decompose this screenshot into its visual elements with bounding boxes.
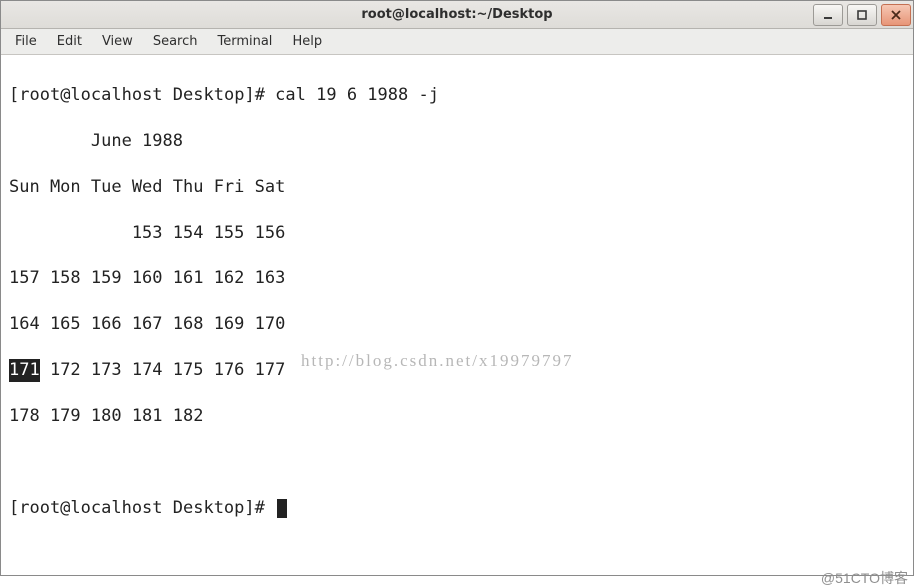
- cal-row-3: 164 165 166 167 168 169 170: [9, 313, 905, 336]
- maximize-icon: [857, 10, 867, 20]
- menu-file[interactable]: File: [5, 31, 47, 52]
- menu-terminal[interactable]: Terminal: [207, 31, 282, 52]
- blank-line: [9, 451, 905, 474]
- menu-view[interactable]: View: [92, 31, 143, 52]
- prompt-line-2: [root@localhost Desktop]#: [9, 497, 905, 520]
- terminal-cursor: [277, 499, 287, 518]
- prompt-2-text: [root@localhost Desktop]#: [9, 498, 275, 518]
- cal-highlighted-day: 171: [9, 359, 40, 382]
- prompt-cwd: Desktop: [173, 85, 245, 105]
- titlebar[interactable]: root@localhost:~/Desktop: [1, 1, 913, 29]
- window-title: root@localhost:~/Desktop: [1, 7, 913, 22]
- close-button[interactable]: [881, 4, 911, 26]
- cal-row-5: 178 179 180 181 182: [9, 405, 905, 428]
- menu-help[interactable]: Help: [282, 31, 332, 52]
- terminal-output[interactable]: [root@localhost Desktop]# cal 19 6 1988 …: [1, 55, 913, 575]
- prompt-line-1: [root@localhost Desktop]# cal 19 6 1988 …: [9, 84, 905, 107]
- cal-row-1: 153 154 155 156: [9, 222, 905, 245]
- terminal-window: root@localhost:~/Desktop File Edit View …: [0, 0, 914, 576]
- cal-row-2: 157 158 159 160 161 162 163: [9, 267, 905, 290]
- prompt-user: root@localhost: [19, 85, 162, 105]
- menubar: File Edit View Search Terminal Help: [1, 29, 913, 55]
- menu-edit[interactable]: Edit: [47, 31, 92, 52]
- cal-row-4-rest: 172 173 174 175 176 177: [40, 360, 286, 380]
- cal-title: June 1988: [9, 130, 905, 153]
- minimize-button[interactable]: [813, 4, 843, 26]
- maximize-button[interactable]: [847, 4, 877, 26]
- command-text: cal 19 6 1988 -j: [275, 85, 439, 105]
- window-controls: [811, 1, 913, 29]
- minimize-icon: [823, 10, 833, 20]
- cal-row-4: 171 172 173 174 175 176 177: [9, 359, 905, 382]
- cal-day-header: Sun Mon Tue Wed Thu Fri Sat: [9, 176, 905, 199]
- close-icon: [891, 10, 901, 20]
- menu-search[interactable]: Search: [143, 31, 208, 52]
